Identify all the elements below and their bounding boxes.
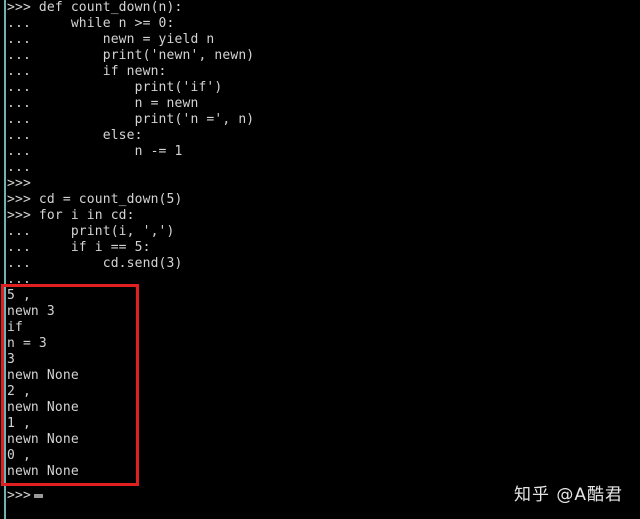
console-line: newn None — [7, 400, 79, 415]
cursor-block — [33, 494, 43, 498]
console-line: >>> def count_down(n): — [7, 0, 183, 15]
console-line: ... if newn: — [7, 64, 167, 79]
console-line: 2 , — [7, 384, 31, 399]
console-line: ... else: — [7, 128, 143, 143]
console-output-area[interactable]: >>> def count_down(n):... while n >= 0:.… — [0, 0, 640, 480]
console-line: ... newn = yield n — [7, 32, 215, 47]
console-line: newn None — [7, 368, 79, 383]
console-line: >>> — [7, 176, 39, 191]
console-line: ... print('n =', n) — [7, 112, 255, 127]
console-line: 0 , — [7, 448, 31, 463]
console-line: ... — [7, 272, 39, 287]
console-line: ... print('if') — [7, 80, 223, 95]
console-line: ... n -= 1 — [7, 144, 183, 159]
console-line: 5 , — [7, 288, 31, 303]
console-line: newn None — [7, 464, 79, 479]
console-line: 1 , — [7, 416, 31, 431]
console-line: ... n = newn — [7, 96, 199, 111]
console-line: ... while n >= 0: — [7, 16, 175, 31]
console-line: ... cd.send(3) — [7, 256, 183, 271]
console-line: n = 3 — [7, 336, 47, 351]
prompt-text: >>> — [7, 488, 31, 503]
console-line: ... print('newn', newn) — [7, 48, 255, 63]
console-line: ... if i == 5: — [7, 240, 151, 255]
console-line: newn None — [7, 432, 79, 447]
console-line: 3 — [7, 352, 15, 367]
terminal-window[interactable]: >>> def count_down(n):... while n >= 0:.… — [0, 0, 640, 519]
console-line: newn 3 — [7, 304, 55, 319]
console-line: if — [7, 320, 23, 335]
console-line: >>> cd = count_down(5) — [7, 192, 183, 207]
watermark: 知乎 @A酷君 — [513, 485, 623, 505]
final-prompt-line[interactable]: >>> — [0, 488, 43, 504]
console-line: ... print(i, ',') — [7, 224, 175, 239]
console-line: ... — [7, 160, 39, 175]
console-line: >>> for i in cd: — [7, 208, 135, 223]
